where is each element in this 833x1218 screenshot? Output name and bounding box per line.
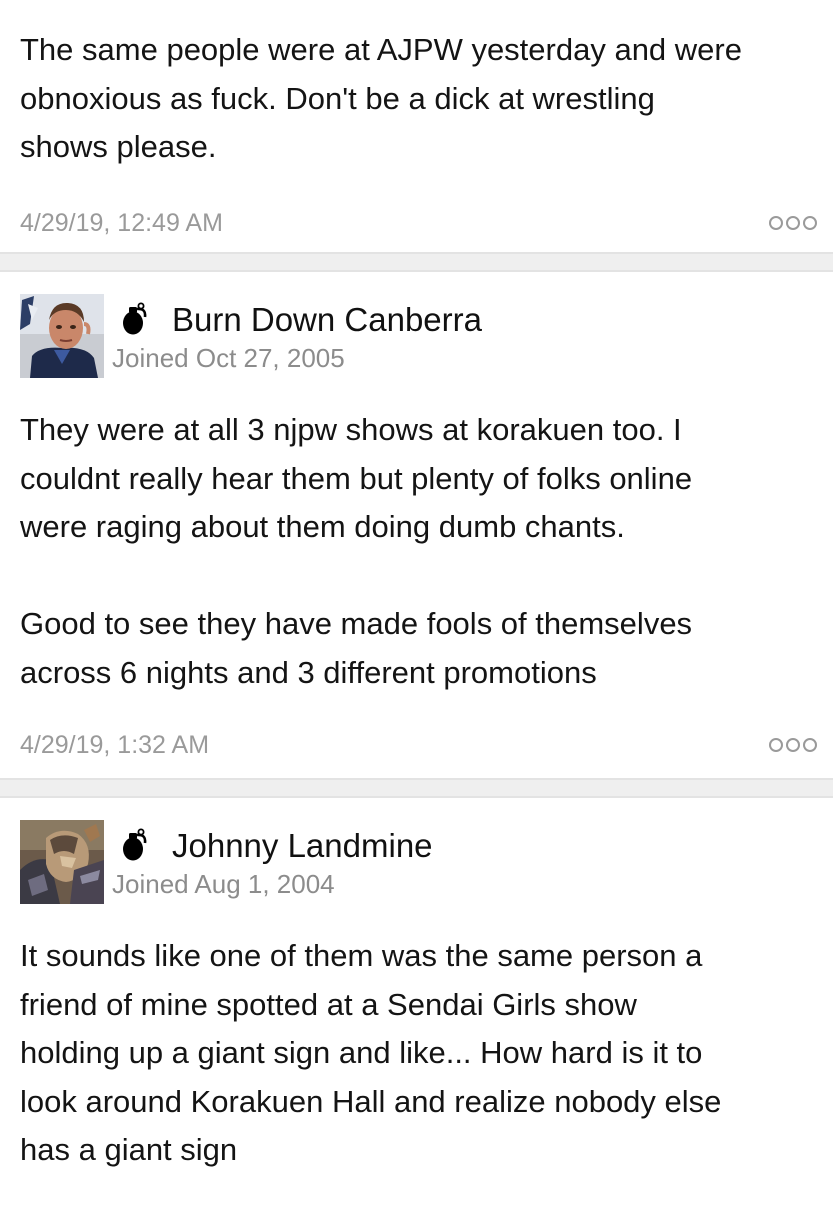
- post-timestamp[interactable]: 4/29/19, 1:32 AM: [20, 730, 209, 760]
- post-2: Burn Down Canberra Joined Oct 27, 2005 T…: [0, 272, 833, 778]
- post-body-line: were raging about them doing dumb chants…: [20, 509, 625, 544]
- post-body-line: shows please.: [20, 129, 217, 164]
- joined-date: Joined Oct 27, 2005: [112, 343, 345, 373]
- post-separator: [0, 778, 833, 798]
- post-body-line: friend of mine spotted at a Sendai Girls…: [20, 986, 637, 1022]
- post-body-line: across 6 nights and 3 different promotio…: [20, 654, 597, 690]
- post-separator: [0, 252, 833, 272]
- joined-date: Joined Aug 1, 2004: [112, 869, 335, 899]
- post-body-line: holding up a giant sign and like... How …: [20, 1035, 703, 1070]
- post-body: It sounds like one of them was the same …: [20, 932, 820, 1175]
- post-body: The same people were at AJPW yesterday a…: [20, 26, 820, 172]
- grenade-icon: [118, 302, 152, 336]
- post-body-line: It sounds like one of them was the same …: [20, 938, 703, 973]
- post-body-line: couldnt really hear them but plenty of f…: [20, 460, 693, 496]
- post-body-line: obnoxious as fuck. Don't be a dick at wr…: [20, 80, 655, 116]
- post-3: Johnny Landmine Joined Aug 1, 2004 It so…: [0, 798, 833, 1218]
- post-body-line: has a giant sign: [20, 1132, 238, 1167]
- grenade-icon: [118, 828, 152, 862]
- armored-figure-avatar[interactable]: [20, 820, 104, 904]
- more-options-icon[interactable]: [769, 216, 817, 230]
- post-1: The same people were at AJPW yesterday a…: [0, 0, 833, 252]
- post-author: Johnny Landmine Joined Aug 1, 2004: [0, 798, 833, 906]
- username-link[interactable]: Burn Down Canberra: [172, 300, 482, 340]
- post-body-line: [20, 552, 820, 601]
- post-body-line: They were at all 3 njpw shows at korakue…: [20, 412, 682, 447]
- more-options-icon[interactable]: [769, 738, 817, 752]
- post-body: They were at all 3 njpw shows at korakue…: [20, 406, 820, 697]
- post-body-line: look around Korakuen Hall and realize no…: [20, 1083, 722, 1119]
- post-body-line: Good to see they have made fools of them…: [20, 606, 693, 641]
- post-body-line: The same people were at AJPW yesterday a…: [20, 32, 742, 67]
- username-link[interactable]: Johnny Landmine: [172, 826, 433, 866]
- post-author: Burn Down Canberra Joined Oct 27, 2005: [0, 272, 833, 380]
- man-portrait-avatar[interactable]: [20, 294, 104, 378]
- post-timestamp[interactable]: 4/29/19, 12:49 AM: [20, 208, 223, 238]
